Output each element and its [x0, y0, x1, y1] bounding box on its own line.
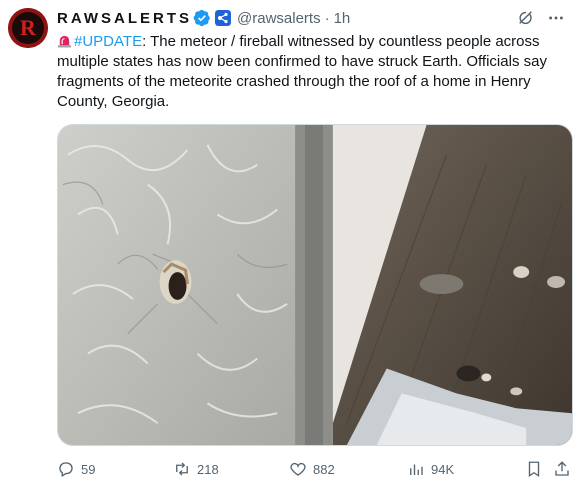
separator-dot: · [324, 9, 330, 27]
rotating-light-icon [57, 33, 72, 48]
top-actions [516, 8, 566, 28]
hashtag-link[interactable]: #UPDATE [74, 33, 142, 50]
avatar[interactable]: R [8, 8, 48, 48]
handle[interactable]: @rawsalerts [237, 10, 321, 27]
repost-icon [173, 460, 191, 478]
avatar-logo-icon: R [8, 8, 48, 48]
display-name[interactable]: RAWSALERTS [57, 10, 192, 27]
heart-icon [289, 460, 307, 478]
repost-count: 218 [197, 461, 219, 477]
tweet-media[interactable] [57, 124, 573, 446]
share-button[interactable] [553, 459, 571, 479]
affiliate-badge-icon[interactable] [215, 10, 231, 26]
views-count: 94K [431, 461, 455, 477]
reply-icon [57, 460, 75, 478]
like-button[interactable]: 882 [289, 459, 335, 479]
views-button[interactable]: 94K [407, 459, 454, 479]
tweet-card[interactable]: R RAWSALERTS @rawsalerts · 1h #UPDATE: T… [0, 0, 582, 488]
timestamp[interactable]: 1h [334, 10, 351, 27]
bookmark-icon [525, 460, 543, 478]
tweet-header: RAWSALERTS @rawsalerts · 1h [57, 8, 350, 28]
more-options-icon[interactable] [546, 8, 566, 28]
views-icon [407, 460, 425, 478]
svg-text:R: R [20, 15, 37, 40]
bookmark-button[interactable] [525, 459, 543, 479]
like-count: 882 [313, 461, 335, 477]
repost-button[interactable]: 218 [173, 459, 219, 479]
meteorite-damage-photo [58, 125, 572, 445]
reply-button[interactable]: 59 [57, 459, 95, 479]
verified-badge-icon[interactable] [193, 9, 211, 27]
grok-icon[interactable] [516, 8, 536, 28]
reply-count: 59 [81, 461, 96, 477]
share-icon [553, 460, 571, 478]
action-bar: 59 218 882 94K [57, 458, 573, 480]
tweet-text: #UPDATE: The meteor / fireball witnessed… [57, 32, 569, 112]
